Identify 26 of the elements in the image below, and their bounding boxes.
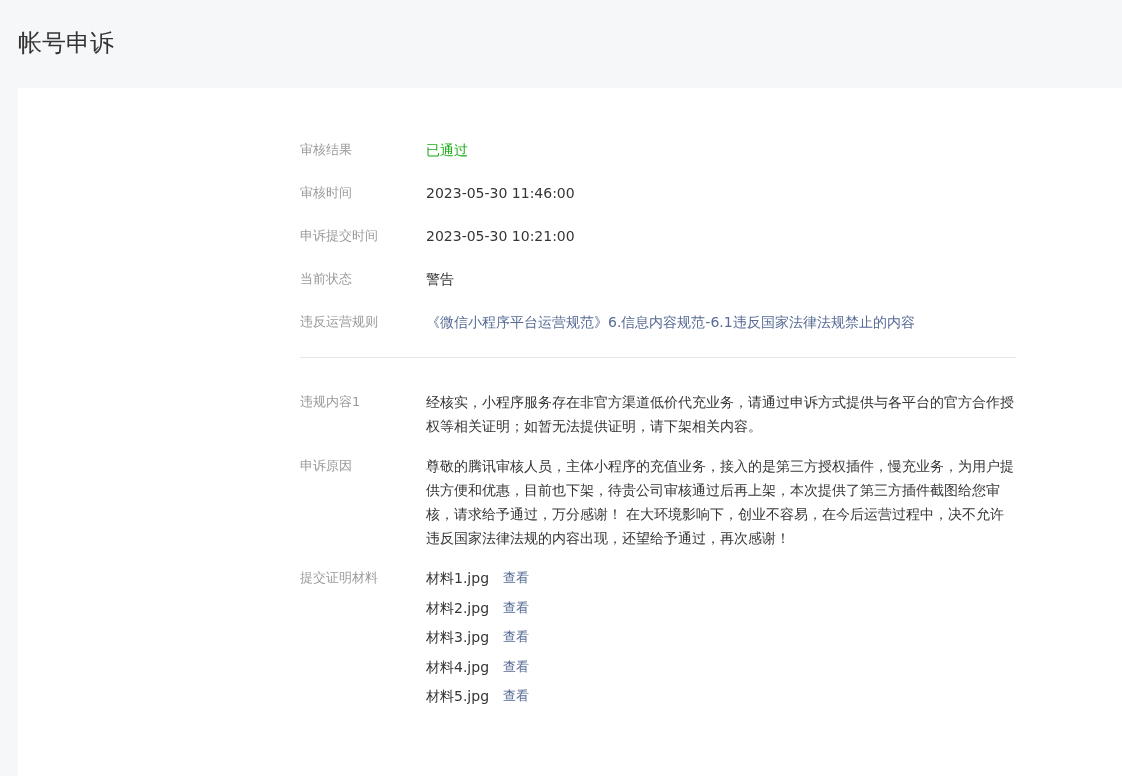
rule-link[interactable]: 《微信小程序平台运营规范》6.信息内容规范-6.1违反国家法律法规禁止的内容 [426,312,1016,332]
field-label: 违规内容1 [300,393,362,411]
status-text: 已通过 [426,141,469,160]
field-label: 违反运营规则 [300,313,379,331]
file-name: 材料5.jpg [426,687,490,706]
field-value: 2023-05-30 10:21:00 [426,227,576,246]
page-title: 帐号申诉 [17,28,115,59]
field-value: 2023-05-30 11:46:00 [426,184,576,203]
file-name: 材料1.jpg [426,569,490,588]
field-label: 提交证明材料 [300,569,379,587]
file-name: 材料2.jpg [426,598,490,618]
field-label: 申诉提交时间 [300,227,379,245]
view-link[interactable]: 查看 [503,656,530,677]
file-name: 材料4.jpg [426,657,490,677]
view-link[interactable]: 查看 [503,627,530,647]
field-label: 当前状态 [300,270,353,288]
field-label: 审核结果 [300,141,353,159]
field-label: 申诉原因 [300,457,353,475]
detail-paragraph: 尊敬的腾讯审核人员，主体小程序的充值业务，接入的是第三方授权插件，慢充业务，为用户提供方便和优惠，目前也下架，待贵公司审核通过后再上架，本次提供了第三方插件截图给您审核，请求给予通过，万分感谢！ 在大环境影响下，创业不容易，在今后运营过程中，决不允许违反国家法律法规的内容出现，还望给予通过，再次感谢！ [426,457,1015,548]
field-value: 警告 [426,270,455,289]
view-link[interactable]: 查看 [503,597,530,618]
detail-paragraph: 经核实，小程序服务存在非官方渠道低价代充业务，请通过申诉方式提供与各平台的官方合作授权等相关证明；如暂无法提供证明，请下架相关内容。 [426,393,1015,436]
field-label: 审核时间 [300,184,353,202]
file-name: 材料3.jpg [426,628,490,647]
view-link[interactable]: 查看 [503,568,530,588]
view-link[interactable]: 查看 [503,686,530,706]
